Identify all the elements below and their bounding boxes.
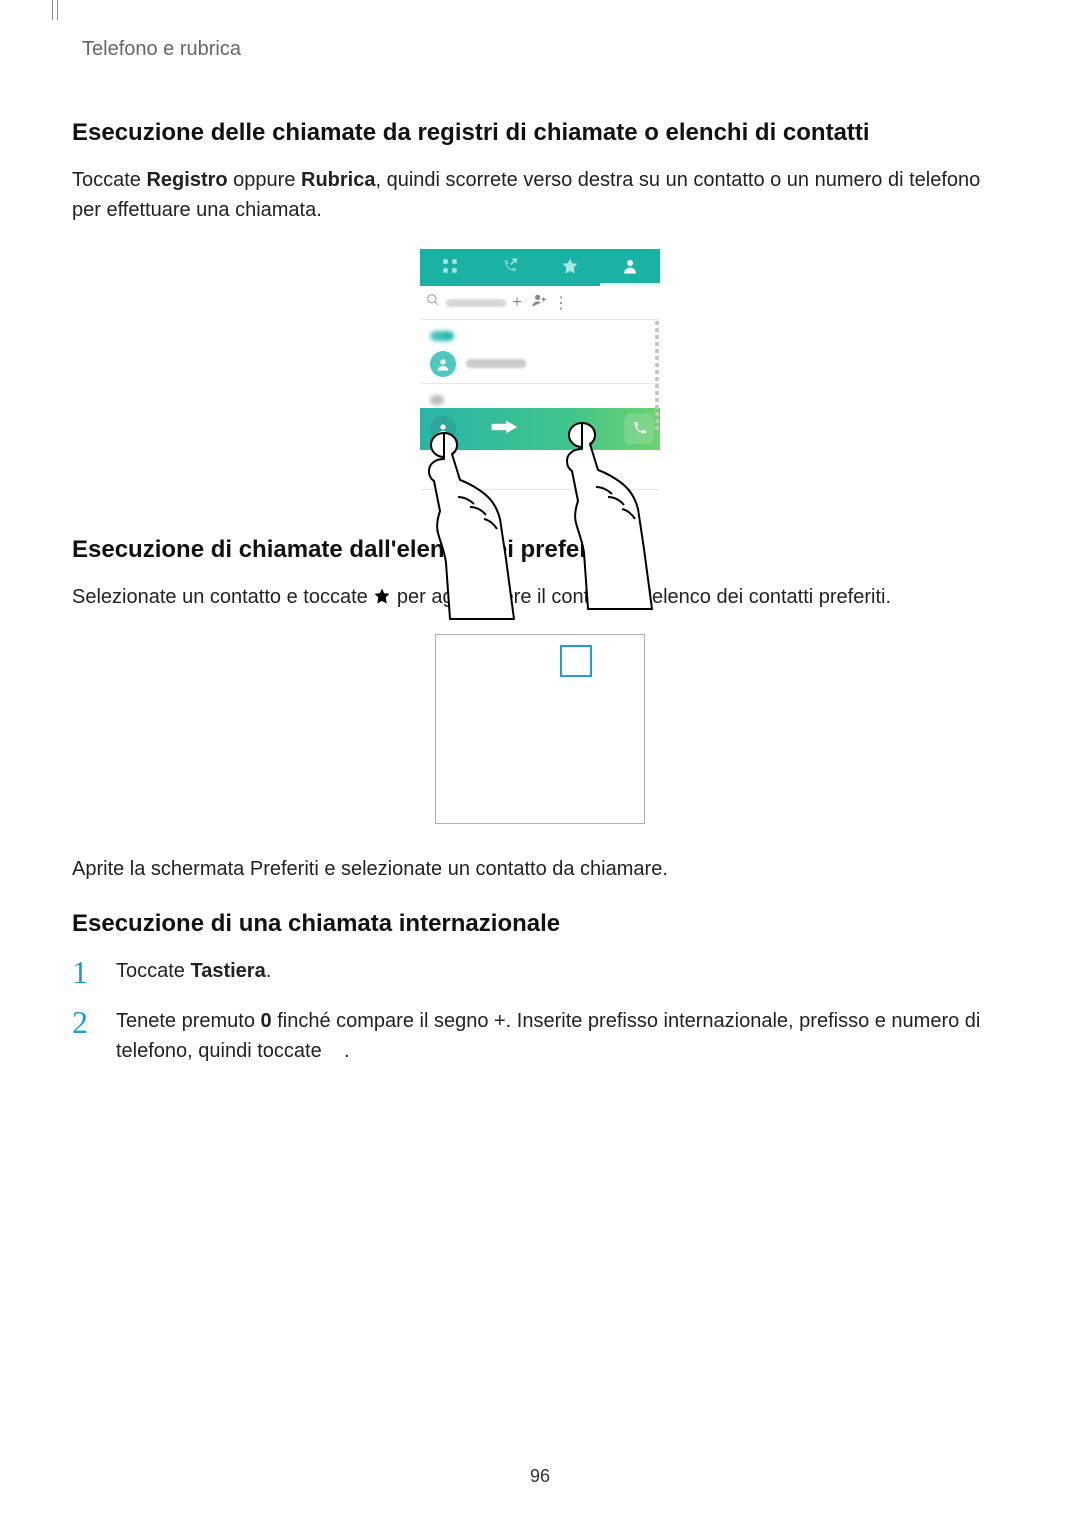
tabs-row (420, 249, 660, 283)
text: . (266, 960, 272, 982)
swipe-row[interactable] (420, 408, 660, 450)
swipe-arrow-icon (490, 416, 538, 443)
avatar-icon (430, 351, 456, 377)
list-section-label (420, 384, 660, 408)
section2-paragraph: Selezionate un contatto e toccate per ag… (72, 582, 1008, 614)
tab-underline (420, 283, 660, 286)
bold-registro: Registro (146, 169, 227, 191)
search-placeholder-blur[interactable] (446, 299, 506, 307)
call-icon[interactable] (624, 414, 654, 444)
alpha-index-rail[interactable] (652, 317, 662, 490)
person-icon (621, 257, 639, 275)
search-row: + ⋮ (420, 286, 660, 320)
tab-favorites[interactable] (540, 249, 600, 283)
page-number: 96 (0, 1466, 1080, 1487)
add-contact-icon[interactable] (528, 292, 550, 313)
bold-zero: 0 (261, 1010, 272, 1032)
figure-swipe-to-call: + ⋮ (72, 249, 1008, 490)
keypad-icon (441, 257, 459, 275)
tab-logs[interactable] (480, 249, 540, 283)
section2-followup: Aprite la schermata Preferiti e selezion… (72, 854, 1008, 884)
breadcrumb: Telefono e rubrica (82, 38, 1008, 61)
search-icon[interactable] (426, 293, 440, 312)
add-icon[interactable]: + (506, 294, 528, 312)
list-section-label (420, 320, 660, 344)
phone-log-icon (501, 257, 519, 275)
text: oppure (228, 169, 301, 191)
contact-name-blur (466, 359, 526, 368)
call-icon-placeholder (327, 1040, 344, 1062)
avatar-icon (430, 457, 456, 483)
page-tab-marker (52, 0, 58, 20)
contact-row[interactable] (420, 344, 660, 384)
tab-keypad[interactable] (420, 249, 480, 283)
steps-list: Toccate Tastiera. Tenete premuto 0 finch… (72, 956, 1008, 1066)
page-content: Telefono e rubrica Esecuzione delle chia… (0, 0, 1080, 1066)
text: . (344, 1040, 350, 1062)
section2-heading: Esecuzione di chiamate dall'elenco dei p… (72, 536, 1008, 564)
star-icon (373, 584, 391, 614)
section3-heading: Esecuzione di una chiamata internazional… (72, 910, 1008, 938)
contact-row[interactable] (420, 450, 660, 490)
favorites-placeholder (435, 634, 645, 824)
avatar-icon (430, 416, 456, 442)
section1-heading: Esecuzione delle chiamate da registri di… (72, 119, 1008, 147)
section1-paragraph: Toccate Registro oppure Rubrica, quindi … (72, 165, 1008, 225)
more-icon[interactable]: ⋮ (550, 293, 572, 313)
favorite-star-highlight (560, 645, 592, 677)
tab-contacts[interactable] (600, 249, 660, 283)
phone-screenshot: + ⋮ (420, 249, 660, 490)
text: per aggiungere il contatto all'elenco de… (391, 586, 891, 608)
text: Toccate (72, 169, 146, 191)
step-2: Tenete premuto 0 finché compare il segno… (72, 1006, 1008, 1066)
step-1: Toccate Tastiera. (72, 956, 1008, 986)
text: Tenete premuto (116, 1010, 261, 1032)
text: Toccate (116, 960, 190, 982)
text: Selezionate un contatto e toccate (72, 586, 373, 608)
star-icon (561, 257, 579, 275)
bold-tastiera: Tastiera (190, 960, 265, 982)
bold-rubrica: Rubrica (301, 169, 375, 191)
figure-favorites-box (72, 634, 1008, 824)
